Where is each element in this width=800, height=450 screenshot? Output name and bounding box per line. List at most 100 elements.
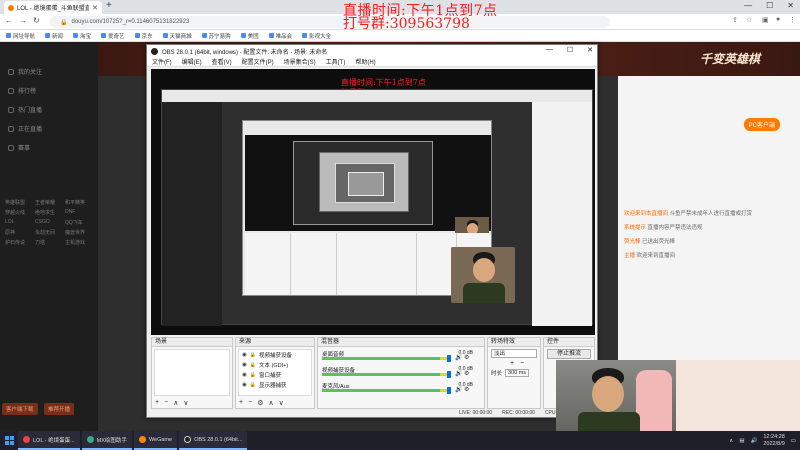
speaker-icon[interactable]: 🔊 xyxy=(455,354,462,361)
menu-view[interactable]: 查看(V) xyxy=(212,57,232,66)
category-link[interactable]: 永劫无间 xyxy=(35,229,63,236)
category-link[interactable]: 炉石传说 xyxy=(5,239,33,246)
pc-client-button[interactable]: PC客户端 xyxy=(743,118,780,131)
eye-icon[interactable]: ◉ xyxy=(242,352,247,358)
lock-icon[interactable]: 🔒 xyxy=(250,372,256,378)
remove-icon[interactable]: − xyxy=(520,360,524,367)
menu-icon[interactable]: ⋮ xyxy=(789,16,796,24)
down-icon[interactable]: ∨ xyxy=(279,399,284,407)
menu-tools[interactable]: 工具(T) xyxy=(326,57,346,66)
back-icon[interactable]: ← xyxy=(5,16,13,25)
lock-icon[interactable]: 🔒 xyxy=(250,362,256,368)
category-link[interactable]: 原神 xyxy=(5,229,33,236)
volume-slider[interactable] xyxy=(447,387,451,394)
category-link[interactable]: 和平精英 xyxy=(65,199,93,206)
category-link[interactable]: 英雄联盟 xyxy=(5,199,33,206)
notification-icon[interactable]: ▭ xyxy=(791,438,796,444)
taskbar-app[interactable]: MX绘图助手 xyxy=(81,431,132,450)
taskbar-app[interactable]: WeGame xyxy=(133,431,178,450)
bookmark[interactable]: 爱奇艺 xyxy=(101,32,125,40)
new-tab-button[interactable]: + xyxy=(106,0,112,11)
lock-icon[interactable]: 🔒 xyxy=(250,352,256,358)
category-link[interactable]: DNF xyxy=(65,209,93,216)
taskbar-app[interactable]: OBS 28.0.1 (64bit... xyxy=(179,431,248,450)
sidebar-item[interactable]: 赛事 xyxy=(0,138,98,157)
sidebar-item[interactable]: 热门直播 xyxy=(0,100,98,119)
remove-icon[interactable]: − xyxy=(164,399,168,407)
minimize-icon[interactable]: — xyxy=(546,46,553,54)
gear-icon[interactable]: ⚙ xyxy=(464,386,469,393)
add-icon[interactable]: + xyxy=(510,360,514,367)
bookmark[interactable]: 新闻 xyxy=(45,32,63,40)
bookmark[interactable]: 影视大全 xyxy=(302,32,331,40)
eye-icon[interactable]: ◉ xyxy=(242,382,247,388)
clock[interactable]: 12:24:28 2022/8/9 xyxy=(763,434,784,448)
bookmark[interactable]: 天猫商城 xyxy=(162,32,192,40)
taskbar-app[interactable]: LOL - 绝境蛋蛋... xyxy=(18,431,80,450)
menu-scene-collection[interactable]: 场景集合(S) xyxy=(284,57,316,66)
reload-icon[interactable]: ↻ xyxy=(33,16,40,25)
obs-preview[interactable]: 直播时间:下午1点到7点 打号群:309563798 xyxy=(151,69,595,335)
category-link[interactable]: 魔兽世界 xyxy=(65,229,93,236)
source-item[interactable]: ◉ 🔒 文本 (GDI+) xyxy=(239,360,311,370)
close-icon[interactable]: ✕ xyxy=(587,46,593,54)
bookmark[interactable]: 淘宝 xyxy=(73,32,91,40)
up-icon[interactable]: ∧ xyxy=(173,399,178,407)
source-item[interactable]: ◉ 🔒 视频捕获设备 xyxy=(239,350,311,360)
gear-icon[interactable]: ⚙ xyxy=(464,370,469,377)
volume-slider[interactable] xyxy=(447,371,451,378)
menu-profile[interactable]: 配置文件(P) xyxy=(242,57,274,66)
remove-icon[interactable]: − xyxy=(248,399,252,407)
menu-help[interactable]: 帮助(H) xyxy=(355,57,375,66)
duration-field[interactable]: 300 ms xyxy=(505,369,530,377)
up-icon[interactable]: ∧ xyxy=(268,399,273,407)
maximize-icon[interactable]: ☐ xyxy=(766,1,773,10)
share-icon[interactable]: ⇪ xyxy=(732,16,738,24)
speaker-icon[interactable]: 🔊 xyxy=(455,386,462,393)
category-link[interactable]: LOL xyxy=(5,219,33,226)
stop-streaming-button[interactable]: 停止推流 xyxy=(547,349,591,359)
add-icon[interactable]: + xyxy=(239,399,243,407)
category-link[interactable]: CSGO xyxy=(35,219,63,226)
network-icon[interactable]: ▤ xyxy=(739,438,744,444)
sidebar-item[interactable]: 排行榜 xyxy=(0,81,98,100)
category-link[interactable]: 王者荣耀 xyxy=(35,199,63,206)
minimize-icon[interactable]: — xyxy=(744,1,752,10)
star-icon[interactable]: ☆ xyxy=(746,16,752,24)
bookmark[interactable]: 唯品会 xyxy=(268,32,292,40)
chevron-up-icon[interactable]: ∧ xyxy=(729,438,733,444)
eye-icon[interactable]: ◉ xyxy=(242,372,247,378)
gear-icon[interactable]: ⚙ xyxy=(464,354,469,361)
down-icon[interactable]: ∨ xyxy=(183,399,188,407)
bookmark[interactable]: 苏宁易购 xyxy=(201,32,231,40)
gear-icon[interactable]: ⚙ xyxy=(257,399,263,407)
profile-icon[interactable]: ● xyxy=(776,16,780,23)
category-link[interactable]: 穿越火线 xyxy=(5,209,33,216)
sidebar-item[interactable]: 我的关注 xyxy=(0,62,98,81)
source-item[interactable]: ◉ 🔒 显示器捕获 xyxy=(239,380,311,390)
close-tab-icon[interactable]: ✕ xyxy=(92,4,98,12)
extensions-icon[interactable]: ▣ xyxy=(762,16,769,24)
browser-tab[interactable]: LOL - 绝境蛋蛋_斗鱼联盟直播... ✕ xyxy=(4,1,102,14)
lock-icon[interactable]: 🔒 xyxy=(250,382,256,388)
category-link[interactable]: 刀塔 xyxy=(35,239,63,246)
download-client-button[interactable]: 客户端下载 xyxy=(2,403,38,415)
add-icon[interactable]: + xyxy=(155,399,159,407)
category-link[interactable]: 绝地求生 xyxy=(35,209,63,216)
bookmark[interactable]: 网址导航 xyxy=(6,32,35,40)
menu-edit[interactable]: 编辑(E) xyxy=(182,57,202,66)
speaker-icon[interactable]: 🔊 xyxy=(455,370,462,377)
transition-select[interactable]: 淡出 xyxy=(491,349,537,358)
category-link[interactable]: QQ飞车 xyxy=(65,219,93,226)
sidebar-item[interactable]: 正在直播 xyxy=(0,119,98,138)
start-button[interactable] xyxy=(0,431,18,450)
forward-icon[interactable]: → xyxy=(19,16,27,25)
category-link[interactable]: 主机游戏 xyxy=(65,239,93,246)
scenes-list[interactable] xyxy=(154,349,230,396)
url-field[interactable]: 🔒 douyu.com/10725?_r=0.1146075131822923 xyxy=(50,16,610,28)
volume-icon[interactable]: 🔊 xyxy=(751,438,758,444)
bookmark[interactable]: 美团 xyxy=(240,32,259,40)
bookmark[interactable]: 京东 xyxy=(134,32,153,40)
source-item[interactable]: ◉ 🔒 窗口捕获 xyxy=(239,370,311,380)
maximize-icon[interactable]: ☐ xyxy=(567,46,573,54)
